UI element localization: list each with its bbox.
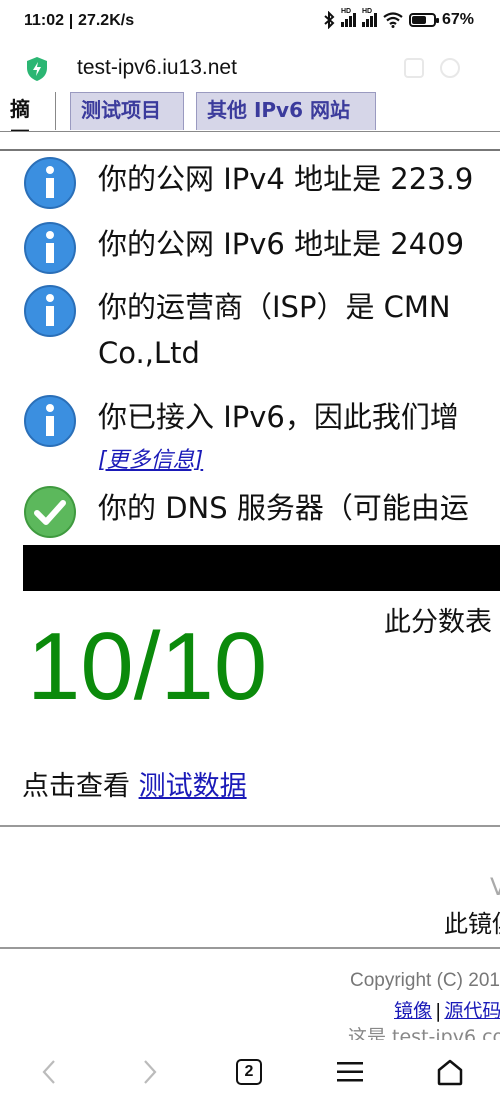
hd-label-2: HD bbox=[361, 8, 373, 15]
home-icon bbox=[437, 1059, 463, 1086]
status-time: 11:02 bbox=[24, 12, 65, 29]
more-info-link[interactable]: [更多信息] bbox=[98, 442, 203, 474]
result-text: 你的公网 IPv4 地址是 223.9 bbox=[98, 162, 474, 196]
score-value: 10/10 bbox=[27, 613, 268, 720]
divider bbox=[0, 149, 500, 151]
refresh-icon[interactable] bbox=[440, 58, 460, 78]
signal-strength-icon-2: HD bbox=[361, 8, 377, 27]
battery-percent: 67% bbox=[441, 11, 474, 28]
status-bar: 11:02 27.2K/s HD HD 67% bbox=[0, 0, 500, 48]
tab-count: 2 bbox=[244, 1063, 254, 1080]
result-row-ipv4: 你的公网 IPv4 地址是 223.9 bbox=[23, 156, 473, 210]
wifi-icon bbox=[383, 12, 403, 28]
result-row-dns: 你的 DNS 服务器（可能由运 bbox=[23, 485, 469, 539]
result-row-ipv6-access: 你已接入 IPv6，因此我们增 bbox=[23, 394, 459, 448]
result-row-ipv6: 你的公网 IPv6 地址是 2409 bbox=[23, 221, 464, 275]
info-icon bbox=[24, 395, 76, 447]
check-icon bbox=[24, 486, 76, 538]
result-row-isp: 你的运营商（ISP）是 CMN Co.,Ltd bbox=[23, 284, 451, 376]
add-bookmark-icon[interactable] bbox=[404, 58, 424, 78]
address-bar[interactable]: test-ipv6.iu13.net bbox=[0, 48, 500, 92]
home-button[interactable] bbox=[428, 1050, 472, 1094]
result-text: 你的公网 IPv6 地址是 2409 bbox=[98, 227, 465, 261]
result-text-line2: Co.,Ltd bbox=[98, 336, 200, 370]
result-text: 你已接入 IPv6，因此我们增 bbox=[98, 400, 459, 434]
browser-nav-bar: 2 bbox=[0, 1040, 500, 1111]
battery-fill bbox=[411, 16, 426, 24]
footer-links: 镜像 | 源代码 bbox=[394, 1000, 500, 1022]
status-net-speed: 27.2K/s bbox=[78, 12, 135, 29]
signal-strength-icon-1: HD bbox=[340, 8, 356, 27]
divider bbox=[0, 947, 500, 949]
tab-test-items[interactable]: 测试项目 bbox=[70, 92, 184, 130]
test-data-link[interactable]: 测试数据 bbox=[139, 771, 247, 802]
info-icon bbox=[24, 285, 76, 337]
info-icon bbox=[24, 157, 76, 209]
mirror-link[interactable]: 镜像 bbox=[394, 1000, 432, 1022]
back-button[interactable] bbox=[27, 1050, 71, 1094]
test-data-prefix: 点击查看 bbox=[22, 771, 139, 802]
redacted-bar bbox=[23, 545, 500, 591]
test-data-line: 点击查看 测试数据 bbox=[22, 764, 247, 803]
forward-button[interactable] bbox=[128, 1050, 172, 1094]
tab-summary[interactable]: 摘要 bbox=[0, 92, 56, 131]
secure-shield-icon[interactable] bbox=[26, 56, 48, 82]
score-description: 此分数表 bbox=[384, 607, 492, 638]
source-code-link[interactable]: 源代码 bbox=[444, 1000, 500, 1022]
tabs-count-icon: 2 bbox=[236, 1059, 262, 1085]
hd-label-1: HD bbox=[340, 8, 352, 15]
page-content: 你的公网 IPv4 地址是 223.9 你的公网 IPv6 地址是 2409 你… bbox=[0, 132, 500, 1052]
status-left: 11:02 27.2K/s bbox=[24, 12, 134, 30]
result-text: 你的运营商（ISP）是 CMN Co.,Ltd bbox=[98, 284, 451, 376]
status-right: HD HD 67% bbox=[323, 8, 474, 29]
chevron-left-icon bbox=[42, 1060, 55, 1084]
mirror-text: 此镜俱 bbox=[444, 910, 500, 938]
info-icon bbox=[24, 222, 76, 274]
bluetooth-icon bbox=[324, 11, 335, 29]
battery-icon bbox=[408, 13, 439, 27]
result-text: 你的 DNS 服务器（可能由运 bbox=[98, 491, 469, 525]
tab-other-ipv6-sites[interactable]: 其他 IPv6 网站 bbox=[196, 92, 376, 130]
mirror-title-partial: V bbox=[490, 873, 500, 901]
status-separator bbox=[70, 13, 73, 29]
tabs-button[interactable]: 2 bbox=[227, 1050, 271, 1094]
menu-button[interactable] bbox=[328, 1050, 372, 1094]
menu-icon bbox=[337, 1062, 363, 1082]
page-tabs: 摘要 测试项目 其他 IPv6 网站 bbox=[0, 92, 500, 132]
url-text[interactable]: test-ipv6.iu13.net bbox=[77, 56, 237, 80]
chevron-right-icon bbox=[144, 1060, 157, 1084]
divider bbox=[0, 825, 500, 827]
result-text-line1: 你的运营商（ISP）是 CMN bbox=[98, 290, 451, 324]
copyright-text: Copyright (C) 2010 bbox=[350, 970, 500, 991]
